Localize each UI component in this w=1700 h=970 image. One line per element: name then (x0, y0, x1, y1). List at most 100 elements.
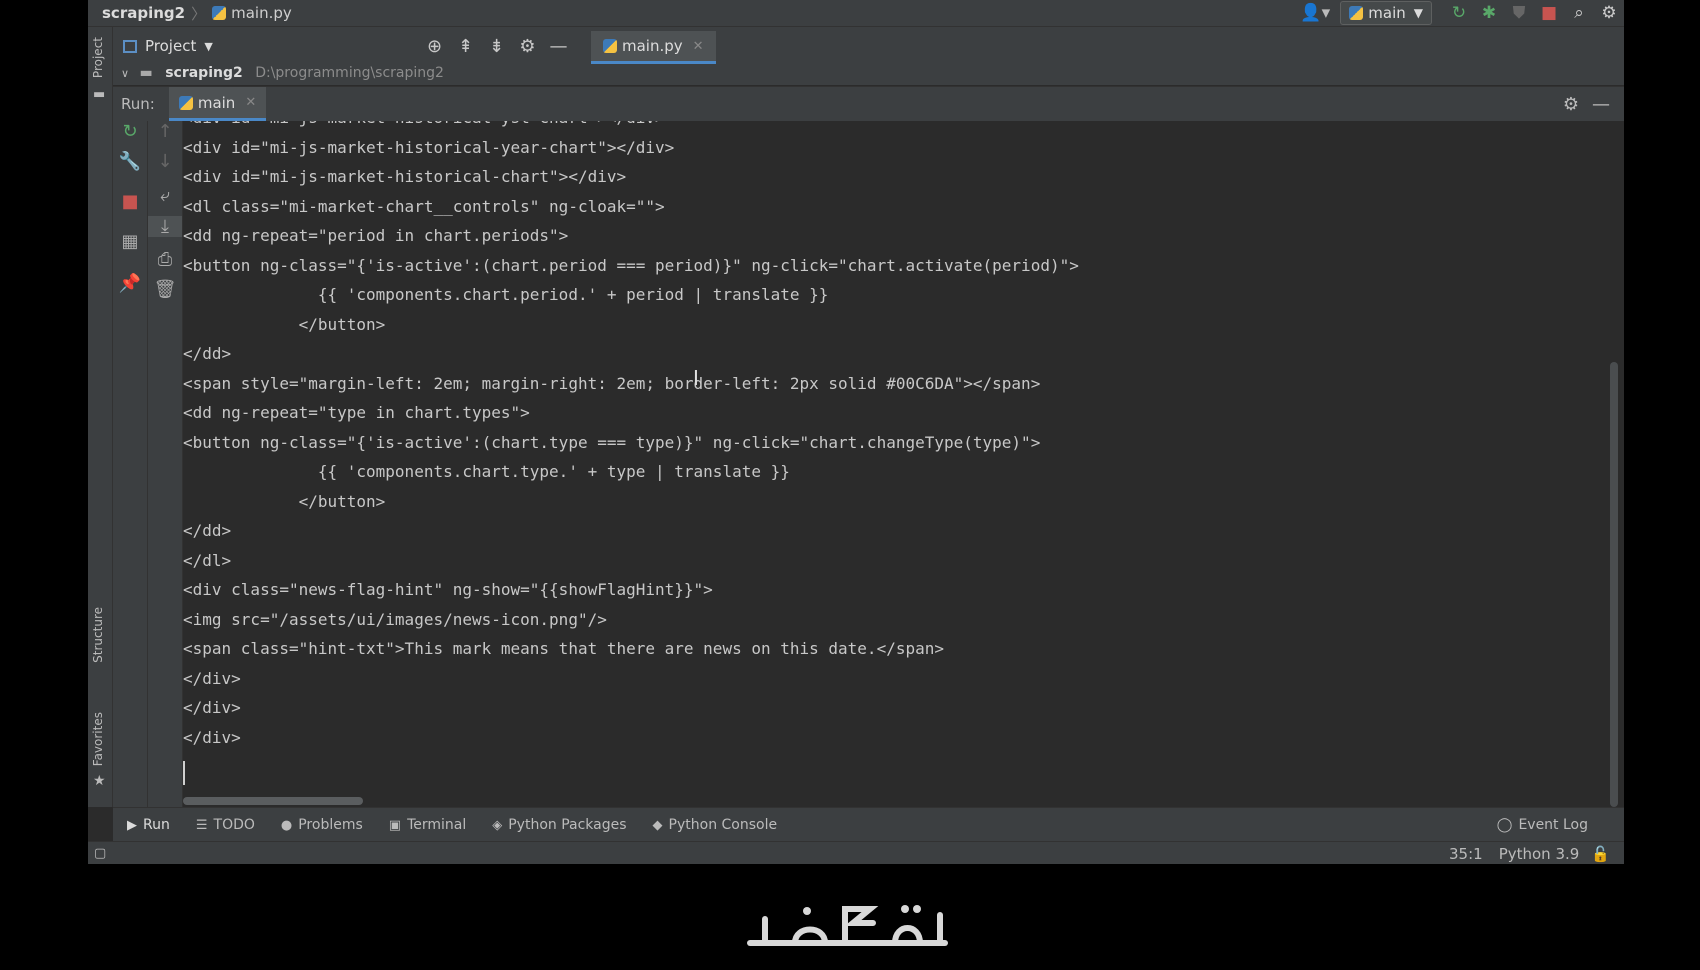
console-line: </dd> (183, 344, 232, 363)
console-line: </div> (183, 727, 241, 747)
horizontal-scrollbar[interactable] (183, 797, 363, 805)
console-line: <span style="margin-left: 2em; margin-ri… (183, 373, 1041, 393)
chevron-down-icon: ▼ (204, 39, 213, 53)
debug-icon[interactable]: ✱ (1474, 3, 1504, 23)
user-icon[interactable]: 👤▾ (1300, 3, 1330, 23)
trash-icon[interactable]: 🗑 (148, 279, 182, 300)
scroll-to-end-icon[interactable]: ⤓ (148, 216, 182, 237)
status-bar: ▢ 35:1 Python 3.9 🔓 (88, 841, 1624, 864)
tool-tab-python-packages[interactable]: ◈ Python Packages (492, 817, 626, 833)
rerun-icon[interactable]: ↻ (1444, 3, 1474, 23)
search-icon[interactable]: ⌕ (1564, 3, 1594, 23)
python-file-icon (603, 39, 617, 53)
event-log-button[interactable]: ◯ Event Log (1497, 817, 1588, 833)
locate-icon[interactable]: ⊕ (419, 36, 450, 57)
soft-wrap-icon[interactable]: ⤶ (148, 185, 182, 206)
project-icon (123, 39, 137, 53)
run-tab-label: main (197, 93, 236, 112)
run-config-label: main (1368, 4, 1406, 22)
project-root-path: D:\programming\scraping2 (255, 65, 444, 81)
vertical-scrollbar[interactable] (1610, 362, 1618, 807)
project-root-name: scraping2 (165, 65, 243, 81)
structure-tool-tab[interactable]: Structure (91, 607, 105, 663)
run-console-output[interactable]: <div id="mi-js-market-historical-yst-cha… (183, 121, 1603, 807)
folder-icon: ▬ (93, 87, 106, 102)
console-line: </dd> (183, 521, 232, 540)
project-panel-title: Project (145, 37, 197, 55)
breadcrumb-project[interactable]: scraping2 (102, 4, 185, 22)
python-config-icon (1349, 6, 1364, 20)
editor-tab-main-py[interactable]: main.py ✕ (591, 31, 716, 64)
print-icon[interactable]: ⎙ (148, 249, 182, 270)
tool-tab-label: Problems (298, 817, 363, 833)
console-line: <div id="mi-js-market-historical-year-ch… (183, 137, 675, 157)
gear-icon[interactable]: ⚙ (1556, 94, 1586, 115)
project-view-select[interactable]: Project ▼ (123, 37, 213, 55)
expand-all-icon[interactable]: ⇞ (450, 36, 481, 57)
tool-tab-label: Python Console (668, 817, 778, 833)
text-caret (183, 761, 185, 785)
editor-tab-bar: main.py ✕ (584, 27, 1624, 85)
folder-icon: ▬ (139, 65, 153, 81)
tool-tab-label: Python Packages (508, 817, 627, 833)
toggle-tool-windows-icon[interactable]: ▢ (94, 846, 106, 861)
console-line: <dl class="mi-market-chart__controls" ng… (183, 196, 665, 216)
tool-tab-todo[interactable]: ☰ TODO (196, 817, 255, 833)
unlock-icon[interactable]: 🔓 (1591, 845, 1610, 863)
gear-icon[interactable]: ⚙ (512, 36, 543, 57)
event-log-label: Event Log (1518, 817, 1588, 833)
run-tab-main[interactable]: main ✕ (168, 87, 267, 121)
minimize-icon[interactable]: — (1586, 94, 1616, 115)
favorites-tool-tab[interactable]: Favorites (91, 712, 105, 766)
run-panel-header: Run: main ✕ ⚙ — (113, 86, 1624, 121)
chevron-down-icon: ∨ (121, 67, 130, 80)
close-icon[interactable]: ✕ (693, 39, 704, 54)
run-config-select[interactable]: main ▼ (1340, 1, 1432, 25)
console-line: {{ 'components.chart.period.' + period |… (183, 285, 829, 304)
event-log-icon: ◯ (1496, 817, 1513, 833)
watermark-logo (747, 905, 948, 946)
breadcrumb-file[interactable]: main.py (231, 4, 292, 22)
tool-tab-run[interactable]: ▶ Run (127, 817, 170, 833)
title-bar: scraping2 〉 main.py 👤▾ main ▼ ↻ ✱ ⛊ ■ ⌕ … (88, 0, 1624, 27)
arrow-down-icon[interactable]: ↓ (148, 151, 182, 172)
console-line: <div id="mi-js-market-historical-yst-cha… (183, 121, 1079, 133)
ide-window: scraping2 〉 main.py 👤▾ main ▼ ↻ ✱ ⛊ ■ ⌕ … (88, 0, 1624, 864)
project-tool-tab[interactable]: Project (91, 37, 105, 78)
console-line: <button ng-class="{'is-active':(chart.pe… (183, 255, 1079, 275)
console-line: </button> (183, 314, 386, 334)
project-tree-root[interactable]: ∨ ▬ scraping2 D:\programming\scraping2 (113, 65, 584, 85)
python-console-icon: ◆ (652, 817, 663, 833)
pin-icon[interactable]: 📌 (113, 273, 147, 294)
tool-tab-terminal[interactable]: ▣ Terminal (389, 817, 466, 833)
tool-tab-label: Terminal (407, 817, 467, 833)
console-line: <span class="hint-txt">This mark means t… (183, 639, 944, 658)
layout-icon[interactable]: ▦ (113, 231, 147, 252)
close-icon[interactable]: ✕ (245, 95, 256, 110)
caret-position[interactable]: 35:1 (1449, 845, 1483, 863)
console-line: </div> (183, 698, 241, 717)
console-text: <div id="mi-js-market-historical-yst-cha… (183, 121, 1079, 752)
minimize-icon[interactable]: — (543, 36, 574, 57)
editor-tab-label: main.py (622, 37, 683, 55)
arrow-up-icon[interactable]: ↑ (148, 121, 182, 142)
rerun-icon[interactable]: ↻ (113, 121, 147, 142)
project-panel-header: Project ▼ ⊕ ⇞ ⇟ ⚙ — (113, 27, 584, 65)
tool-tab-python-console[interactable]: ◆ Python Console (653, 817, 778, 833)
console-line: <div class="news-flag-hint" ng-show="{{s… (183, 580, 713, 599)
tool-tab-label: Run (143, 817, 170, 833)
console-line: {{ 'components.chart.type.' + type | tra… (183, 462, 790, 481)
coverage-icon[interactable]: ⛊ (1504, 3, 1534, 23)
wrench-icon[interactable]: 🔧 (113, 151, 147, 172)
run-toolbar-secondary: ↑ ↓ ⤶ ⤓ ⎙ 🗑 (148, 121, 183, 807)
chevron-down-icon: ▼ (1413, 6, 1423, 20)
console-line: <dd ng-repeat="period in chart.periods"> (183, 226, 569, 245)
python-file-icon (212, 6, 227, 20)
gear-icon[interactable]: ⚙ (1594, 3, 1624, 23)
tool-tab-problems[interactable]: ● Problems (281, 817, 363, 833)
collapse-all-icon[interactable]: ⇟ (481, 36, 512, 57)
interpreter-label[interactable]: Python 3.9 (1499, 845, 1580, 863)
stop-icon[interactable]: ■ (113, 191, 147, 212)
stop-icon[interactable]: ■ (1534, 3, 1564, 23)
console-line: </div> (183, 668, 241, 688)
